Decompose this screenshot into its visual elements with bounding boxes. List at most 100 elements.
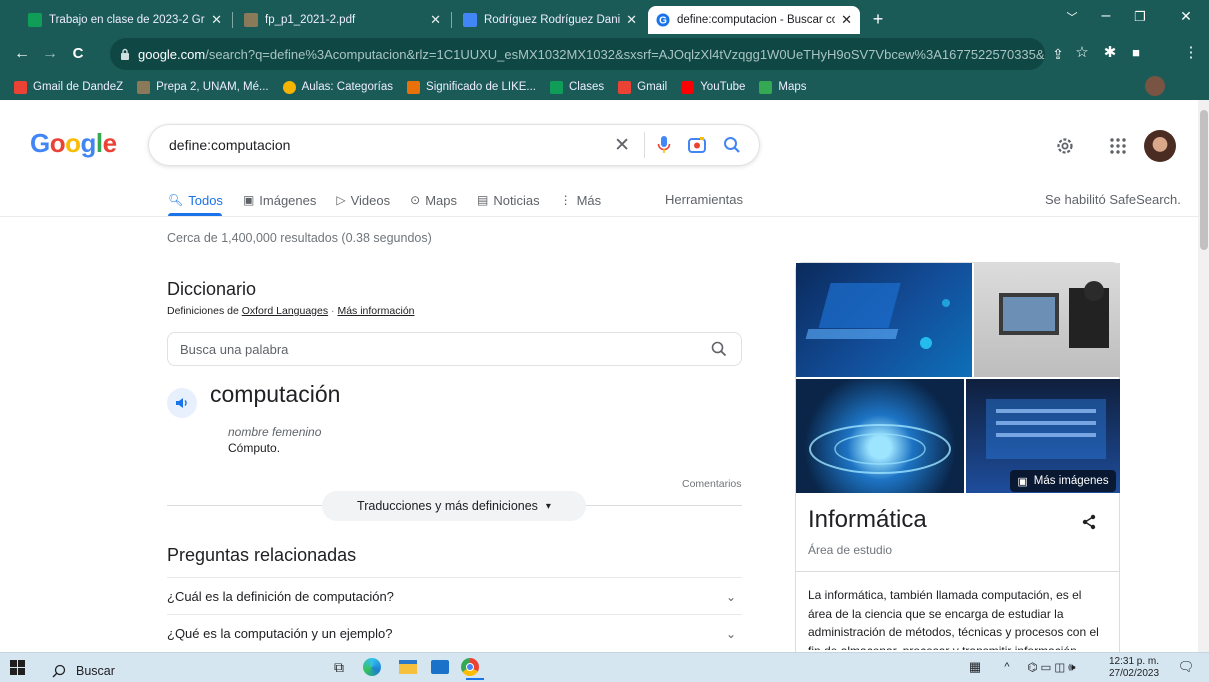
tab-docs[interactable]: Rodríguez Rodríguez Dania - Prá ✕ — [455, 6, 645, 34]
youtube-icon — [681, 80, 695, 94]
tab-mas[interactable]: ⋮ Más — [560, 190, 602, 210]
bookmark-youtube[interactable]: YouTube — [681, 80, 746, 94]
google-logo[interactable]: Google — [30, 128, 117, 159]
tab-label: Videos — [350, 192, 391, 208]
file-explorer-icon[interactable] — [396, 656, 420, 678]
close-icon[interactable]: ✕ — [211, 12, 222, 28]
forward-icon[interactable]: → — [40, 44, 60, 64]
image-tile-office[interactable] — [974, 263, 1120, 377]
map-pin-icon: ⊙ — [410, 193, 421, 207]
share-icon[interactable]: ⇪ — [1048, 44, 1068, 64]
search-icon[interactable] — [723, 136, 741, 154]
oxford-link[interactable]: Oxford Languages — [242, 305, 328, 317]
tools-button[interactable]: Herramientas — [665, 192, 743, 207]
bookmark-label: YouTube — [700, 81, 746, 93]
bookmark-star-icon[interactable]: ☆ — [1072, 43, 1092, 63]
unam-icon — [137, 80, 151, 94]
mail-icon[interactable] — [428, 656, 452, 678]
more-images-button[interactable]: ▣ Más imágenes — [1010, 470, 1116, 492]
windows-start-icon[interactable] — [10, 660, 25, 675]
dictionary-search-placeholder: Busca una palabra — [180, 341, 289, 357]
apps-grid-icon[interactable] — [1109, 137, 1127, 155]
extensions-icon[interactable]: ✱ — [1100, 43, 1120, 63]
lens-camera-icon[interactable] — [687, 135, 707, 155]
google-favicon-icon: G — [656, 13, 670, 27]
search-icon[interactable] — [711, 341, 727, 357]
dictionary-heading: Diccionario — [167, 279, 257, 299]
bookmark-prepa2[interactable]: Prepa 2, UNAM, Mé... — [137, 80, 269, 94]
pronunciation-button[interactable] — [167, 388, 197, 418]
bookmark-label: Prepa 2, UNAM, Mé... — [156, 81, 269, 93]
close-window-icon[interactable]: ✕ — [1176, 6, 1196, 26]
definition: Cómputo. — [228, 441, 281, 455]
dictionary-search-input[interactable]: Busca una palabra — [167, 332, 742, 366]
related-question-item[interactable]: ¿Cuál es la definición de computación? ⌄ — [167, 577, 742, 615]
side-panel-icon[interactable]: ■ — [1126, 43, 1146, 63]
clear-icon[interactable]: ✕ — [614, 134, 630, 157]
tab-todos[interactable]: 🔍︎ Todos — [168, 190, 223, 210]
bookmark-clases[interactable]: Clases — [550, 80, 604, 94]
tab-videos[interactable]: ▷ Videos — [336, 190, 390, 210]
new-tab-icon[interactable]: + — [868, 9, 888, 29]
chrome-icon[interactable] — [458, 656, 482, 678]
back-icon[interactable]: ← — [12, 44, 32, 64]
edge-icon[interactable] — [360, 656, 384, 678]
tab-imagenes[interactable]: ▣ Imágenes — [243, 190, 316, 210]
close-icon[interactable]: ✕ — [430, 12, 441, 28]
tab-separator — [451, 12, 452, 28]
image-content — [999, 281, 1109, 348]
bookmark-maps[interactable]: Maps — [759, 80, 807, 94]
settings-gear-icon[interactable] — [1055, 136, 1075, 156]
related-question-item[interactable]: ¿Qué es la computación y un ejemplo? ⌄ — [167, 614, 742, 652]
notifications-icon[interactable]: 🗨︎ — [1176, 656, 1196, 678]
chevron-up-icon[interactable]: ^ — [1000, 656, 1014, 678]
image-tile-network[interactable] — [796, 379, 964, 493]
question-text: ¿Cuál es la definición de computación? — [167, 589, 394, 604]
classroom-icon — [550, 80, 563, 94]
bookmark-label: Aulas: Categorías — [301, 81, 394, 93]
clock[interactable]: 12:31 p. m. 27/02/2023 — [1108, 656, 1160, 680]
address-bar[interactable]: google.com/search?q=define%3Acomputacion… — [110, 38, 1045, 70]
safesearch-status[interactable]: Se habilitó SafeSearch. — [1045, 192, 1181, 207]
search-box[interactable]: define:computacion ✕ — [148, 124, 760, 166]
bookmark-aulas[interactable]: Aulas: Categorías — [282, 80, 394, 94]
taskbar-search[interactable]: Buscar — [52, 664, 115, 678]
news-widget-icon[interactable]: ▦ — [964, 656, 986, 678]
tab-label: Más — [576, 192, 602, 208]
image-icon: ▣ — [242, 193, 255, 207]
chevron-down-icon: ⌄ — [725, 589, 736, 604]
feedback-link[interactable]: Comentarios — [682, 478, 742, 490]
separator: · — [331, 305, 335, 317]
image-tile-laptop[interactable] — [796, 263, 972, 377]
more-info-link[interactable]: Más información — [337, 305, 414, 317]
reload-icon[interactable]: C — [68, 44, 88, 64]
tab-google-search[interactable]: G define:computacion - Buscar con ✕ — [648, 6, 860, 34]
task-view-icon[interactable]: ⧉ — [328, 656, 350, 678]
tab-search-icon[interactable]: ﹀ — [1062, 8, 1082, 28]
bookmark-like[interactable]: Significado de LIKE... — [407, 80, 536, 94]
system-tray-icons[interactable]: ⌬▭◫🕪︎ — [1018, 656, 1088, 678]
more-images-label: Más imágenes — [1033, 475, 1109, 487]
search-nav-tabs: 🔍︎ Todos ▣ Imágenes ▷ Videos ⊙ Maps ▤ Noticia… — [168, 190, 621, 216]
search-input[interactable]: define:computacion — [169, 137, 614, 153]
scrollbar-thumb[interactable] — [1200, 110, 1208, 250]
tab-trabajo[interactable]: Trabajo en clase de 2023-2 Grupo ✕ — [20, 6, 230, 34]
tab-noticias[interactable]: ▤ Noticias — [477, 190, 540, 210]
minimize-icon[interactable]: – — [1096, 6, 1116, 26]
close-icon[interactable]: ✕ — [841, 12, 852, 28]
restore-icon[interactable]: ❐ — [1130, 7, 1150, 27]
bookmark-gmail-dandez[interactable]: Gmail de DandeZ — [14, 80, 124, 94]
tab-pdf[interactable]: fp_p1_2021-2.pdf ✕ — [236, 6, 449, 34]
bookmark-gmail[interactable]: Gmail — [618, 80, 667, 94]
microphone-icon[interactable] — [657, 135, 671, 155]
bookmark-label: Gmail de DandeZ — [33, 81, 124, 93]
taskbar-search-label: Buscar — [76, 664, 115, 678]
close-icon[interactable]: ✕ — [626, 12, 637, 28]
more-vert-icon: ⋮ — [559, 193, 572, 207]
share-icon[interactable] — [1082, 514, 1096, 530]
translations-button[interactable]: Traducciones y más definiciones ▾ — [322, 491, 586, 521]
menu-dots-icon[interactable]: ⋮ — [1183, 43, 1199, 63]
account-avatar[interactable] — [1144, 130, 1176, 162]
tab-maps[interactable]: ⊙ Maps — [410, 190, 457, 210]
play-icon: ▷ — [336, 193, 346, 207]
